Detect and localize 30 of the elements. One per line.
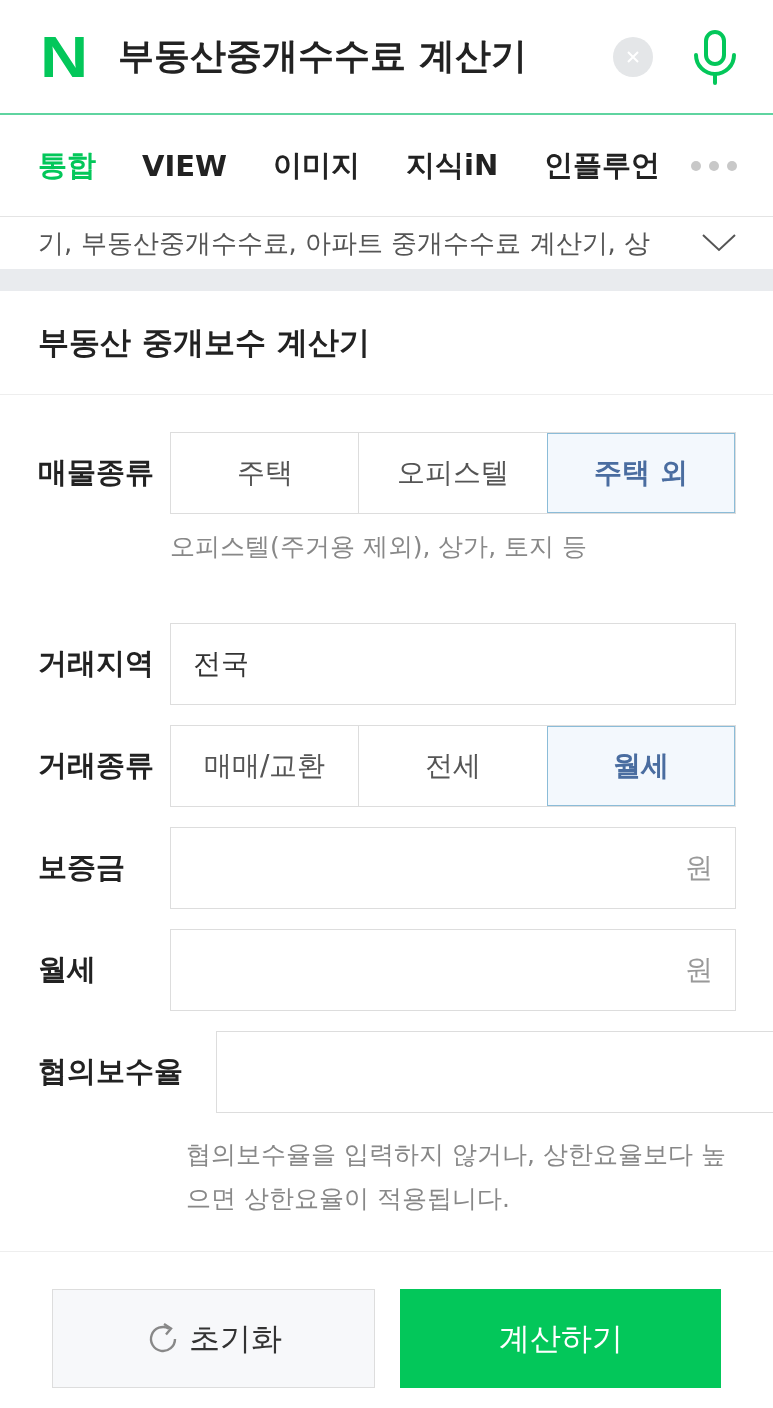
- more-icon[interactable]: [690, 159, 739, 172]
- search-field[interactable]: 부동산중개수수료 계산기: [118, 32, 613, 81]
- reset-button[interactable]: 초기화: [52, 1289, 375, 1388]
- option-button[interactable]: 오피스텔: [358, 433, 547, 513]
- tab[interactable]: 이미지: [273, 145, 361, 186]
- unit-label: 원: [685, 952, 713, 988]
- tab[interactable]: 지식iN: [406, 145, 499, 186]
- field-label: 협의보수율: [38, 1053, 184, 1090]
- related-keywords[interactable]: 기, 부동산중개수수료, 아파트 중개수수료 계산기, 상: [38, 225, 689, 261]
- clear-icon[interactable]: [613, 36, 653, 77]
- microphone-icon[interactable]: [691, 28, 739, 85]
- rate-field[interactable]: [216, 1031, 773, 1113]
- tab[interactable]: VIEW: [142, 148, 228, 183]
- hint-text: 오피스텔(주거용 제외), 상가, 토지 등: [169, 531, 589, 563]
- option-button[interactable]: 전세: [358, 726, 547, 806]
- field-label: 월세: [38, 951, 97, 988]
- option-button[interactable]: 매매/교환: [171, 726, 359, 806]
- field-label: 거래종류: [38, 747, 155, 784]
- field-label: 거래지역: [38, 645, 155, 682]
- chevron-down-icon[interactable]: [701, 233, 737, 253]
- calculator-title: 부동산 중개보수 계산기: [0, 291, 773, 395]
- option-button[interactable]: 주택 외: [546, 433, 735, 513]
- option-button[interactable]: 주택: [171, 433, 359, 513]
- field-label: 매물종류: [38, 454, 155, 491]
- hint-text: 협의보수율을 입력하지 않거나, 상한요율보다 높으면 상한요율이 적용됩니다.: [185, 1139, 727, 1215]
- field-label: 보증금: [38, 849, 126, 886]
- tab[interactable]: 인플루언: [544, 145, 661, 186]
- option-button[interactable]: 월세: [546, 726, 735, 806]
- region-field[interactable]: 전국: [170, 623, 736, 705]
- unit-label: 원: [685, 850, 713, 886]
